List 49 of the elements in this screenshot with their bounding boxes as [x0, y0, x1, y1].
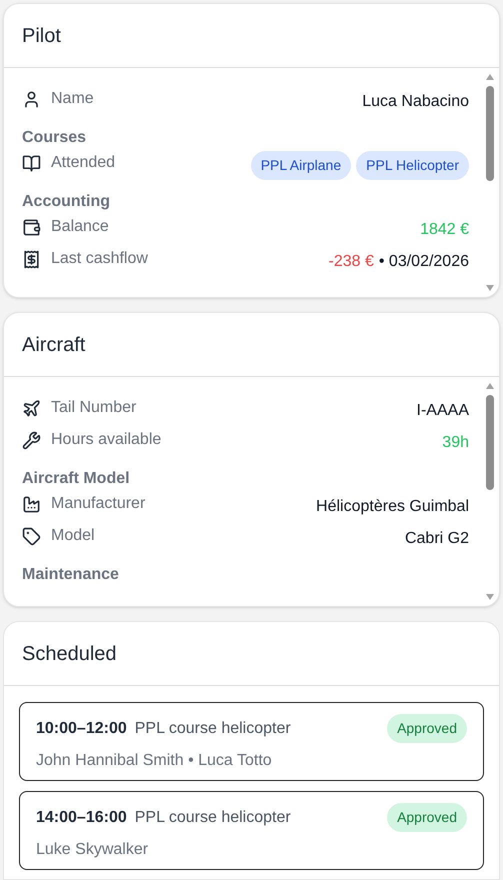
scroll-up-arrow-icon[interactable]	[486, 74, 494, 80]
booking-people: Luke Skywalker	[36, 840, 150, 860]
field-value: 1842 €	[420, 220, 469, 240]
book-icon	[22, 154, 41, 172]
plane-icon	[22, 398, 41, 418]
scrollbar-thumb[interactable]	[486, 86, 494, 181]
booking-title: PPL course helicopter	[134, 718, 291, 738]
user-icon	[22, 90, 41, 108]
course-tag: PPL Helicopter	[356, 151, 469, 180]
tag-icon	[22, 526, 41, 546]
booking-card[interactable]: 14:00–16:00 PPL course helicopter Approved Luke Skywalker	[19, 791, 484, 870]
field-label: Balance	[51, 217, 109, 237]
status-badge: Approved	[387, 803, 467, 832]
factory-icon	[22, 494, 41, 514]
scrollbar-thumb[interactable]	[486, 395, 494, 490]
field-value: 39h	[442, 433, 469, 453]
card-title: Aircraft	[22, 332, 86, 358]
field-value: -238 €	[328, 252, 374, 272]
section-heading: Accounting	[22, 192, 111, 212]
field-value: • 03/02/2026	[378, 252, 469, 272]
booking-title: PPL course helicopter	[134, 808, 291, 828]
card-title: Scheduled	[22, 642, 117, 666]
field-label: Tail Number	[51, 398, 136, 418]
field-label: Manufacturer	[51, 494, 146, 514]
field-value: I-AAAA	[416, 401, 469, 421]
section-heading: Maintenance	[22, 565, 120, 585]
card-title: Pilot	[22, 24, 61, 48]
field-label: Hours available	[51, 430, 162, 450]
booking-card[interactable]: 10:00–12:00 PPL course helicopter Approved John Hannibal Smith • Luca Totto	[19, 702, 484, 781]
field-label: Attended	[51, 153, 116, 173]
booking-people: John Hannibal Smith • Luca Totto	[36, 751, 273, 771]
receipt-icon	[22, 250, 41, 268]
section-heading: Aircraft Model	[22, 469, 131, 489]
wrench-icon	[22, 430, 41, 450]
field-label: Name	[51, 89, 94, 109]
booking-time: 10:00–12:00	[36, 718, 127, 738]
section-heading: Courses	[22, 128, 88, 148]
booking-time: 14:00–16:00	[36, 808, 127, 828]
field-value: Luca Nabacino	[362, 92, 469, 112]
field-label: Model	[51, 526, 95, 546]
field-value: Cabri G2	[404, 529, 469, 549]
field-value: Hélicoptères Guimbal	[316, 497, 469, 517]
course-tag: PPL Airplane	[250, 151, 352, 180]
status-badge: Approved	[387, 714, 467, 743]
scroll-up-arrow-icon[interactable]	[486, 383, 494, 389]
wallet-icon	[22, 218, 41, 236]
scroll-down-arrow-icon[interactable]	[486, 594, 494, 600]
scroll-down-arrow-icon[interactable]	[486, 285, 494, 291]
field-label: Last cashflow	[51, 249, 148, 269]
